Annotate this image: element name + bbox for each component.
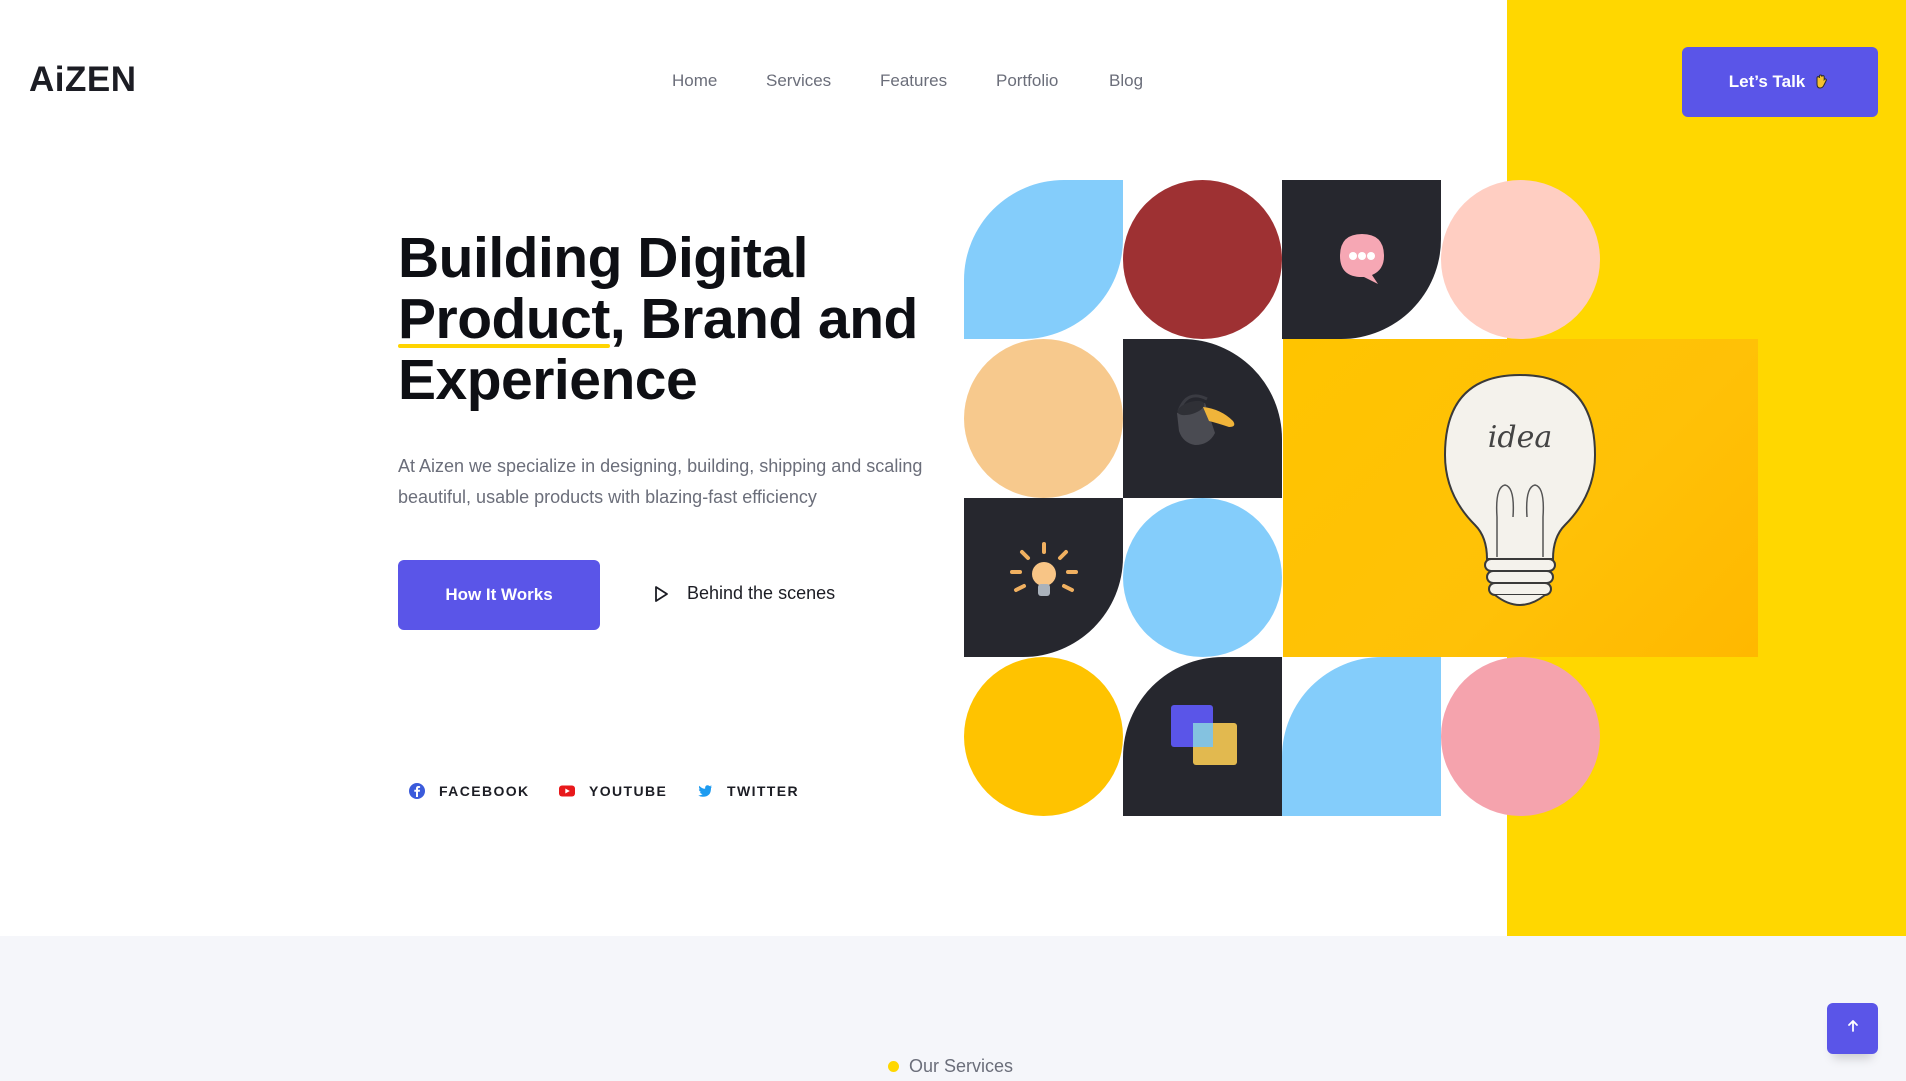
hero-title-underlined-word: Product (398, 287, 610, 351)
hero-title-line-2: Product, Brand and (398, 289, 958, 350)
hero-title-line-1: Building Digital (398, 226, 808, 290)
social-link-youtube[interactable]: YOUTUBE (558, 782, 667, 800)
tile-pink-circle (1441, 180, 1600, 339)
play-icon (651, 584, 671, 604)
tile-dark-paint-bucket (1123, 339, 1282, 498)
social-link-twitter[interactable]: TWITTER (696, 782, 799, 800)
glowing-bulb-icon (1008, 540, 1080, 617)
paint-bucket-icon (1165, 381, 1243, 464)
nav-item-features[interactable]: Features (880, 71, 947, 91)
lets-talk-button[interactable]: Let’s Talk (1682, 47, 1878, 117)
tile-light-blue-leaf (964, 180, 1123, 339)
brand-logo[interactable]: AiZEN (29, 60, 137, 100)
nav-item-blog[interactable]: Blog (1109, 71, 1143, 91)
hero-title-line-3: Experience (398, 348, 698, 412)
nav-item-services[interactable]: Services (766, 71, 831, 91)
tile-rose-circle (1441, 657, 1600, 816)
hero-title: Building Digital Product, Brand and Expe… (398, 228, 958, 411)
tile-maroon-circle (1123, 180, 1282, 339)
tile-gold-circle (964, 657, 1123, 816)
tile-light-blue-circle (1123, 498, 1282, 657)
tile-dark-lightbulb (964, 498, 1123, 657)
behind-the-scenes-label: Behind the scenes (687, 583, 836, 603)
nav-item-home[interactable]: Home (672, 71, 717, 91)
chat-bubble-icon (1330, 226, 1394, 295)
how-it-works-button[interactable]: How It Works (398, 560, 600, 630)
nav-item-portfolio[interactable]: Portfolio (996, 71, 1058, 91)
youtube-icon (558, 782, 576, 800)
tile-light-blue-leaf-bottom (1282, 657, 1441, 816)
twitter-label: TWITTER (727, 783, 800, 799)
youtube-label: YOUTUBE (589, 783, 668, 799)
lets-talk-label: Let’s Talk (1728, 72, 1806, 91)
scroll-to-top-button[interactable] (1827, 1003, 1878, 1054)
idea-text: idea (1488, 420, 1552, 455)
tile-dark-layers (1123, 657, 1282, 816)
idea-lightbulb-icon: idea (1435, 367, 1605, 632)
twitter-icon (696, 782, 714, 800)
our-services-label: Our Services (888, 1056, 1013, 1077)
hero-title-line-2-rest: , Brand and (609, 287, 919, 351)
idea-bulb-panel: idea (1283, 339, 1758, 657)
layers-icon (1169, 703, 1239, 778)
yellow-dot-icon (888, 1061, 899, 1072)
facebook-icon (408, 782, 426, 800)
waving-hand-icon (1813, 73, 1831, 91)
arrow-up-icon (1846, 1019, 1860, 1038)
behind-the-scenes-link[interactable]: Behind the scenes (651, 583, 835, 604)
tile-dark-chat (1282, 180, 1441, 339)
hero-description: At Aizen we specialize in designing, bui… (398, 456, 923, 507)
tile-peach-circle (964, 339, 1123, 498)
facebook-label: FACEBOOK (439, 783, 530, 799)
our-services-text: Our Services (909, 1056, 1014, 1076)
social-link-facebook[interactable]: FACEBOOK (408, 782, 530, 800)
